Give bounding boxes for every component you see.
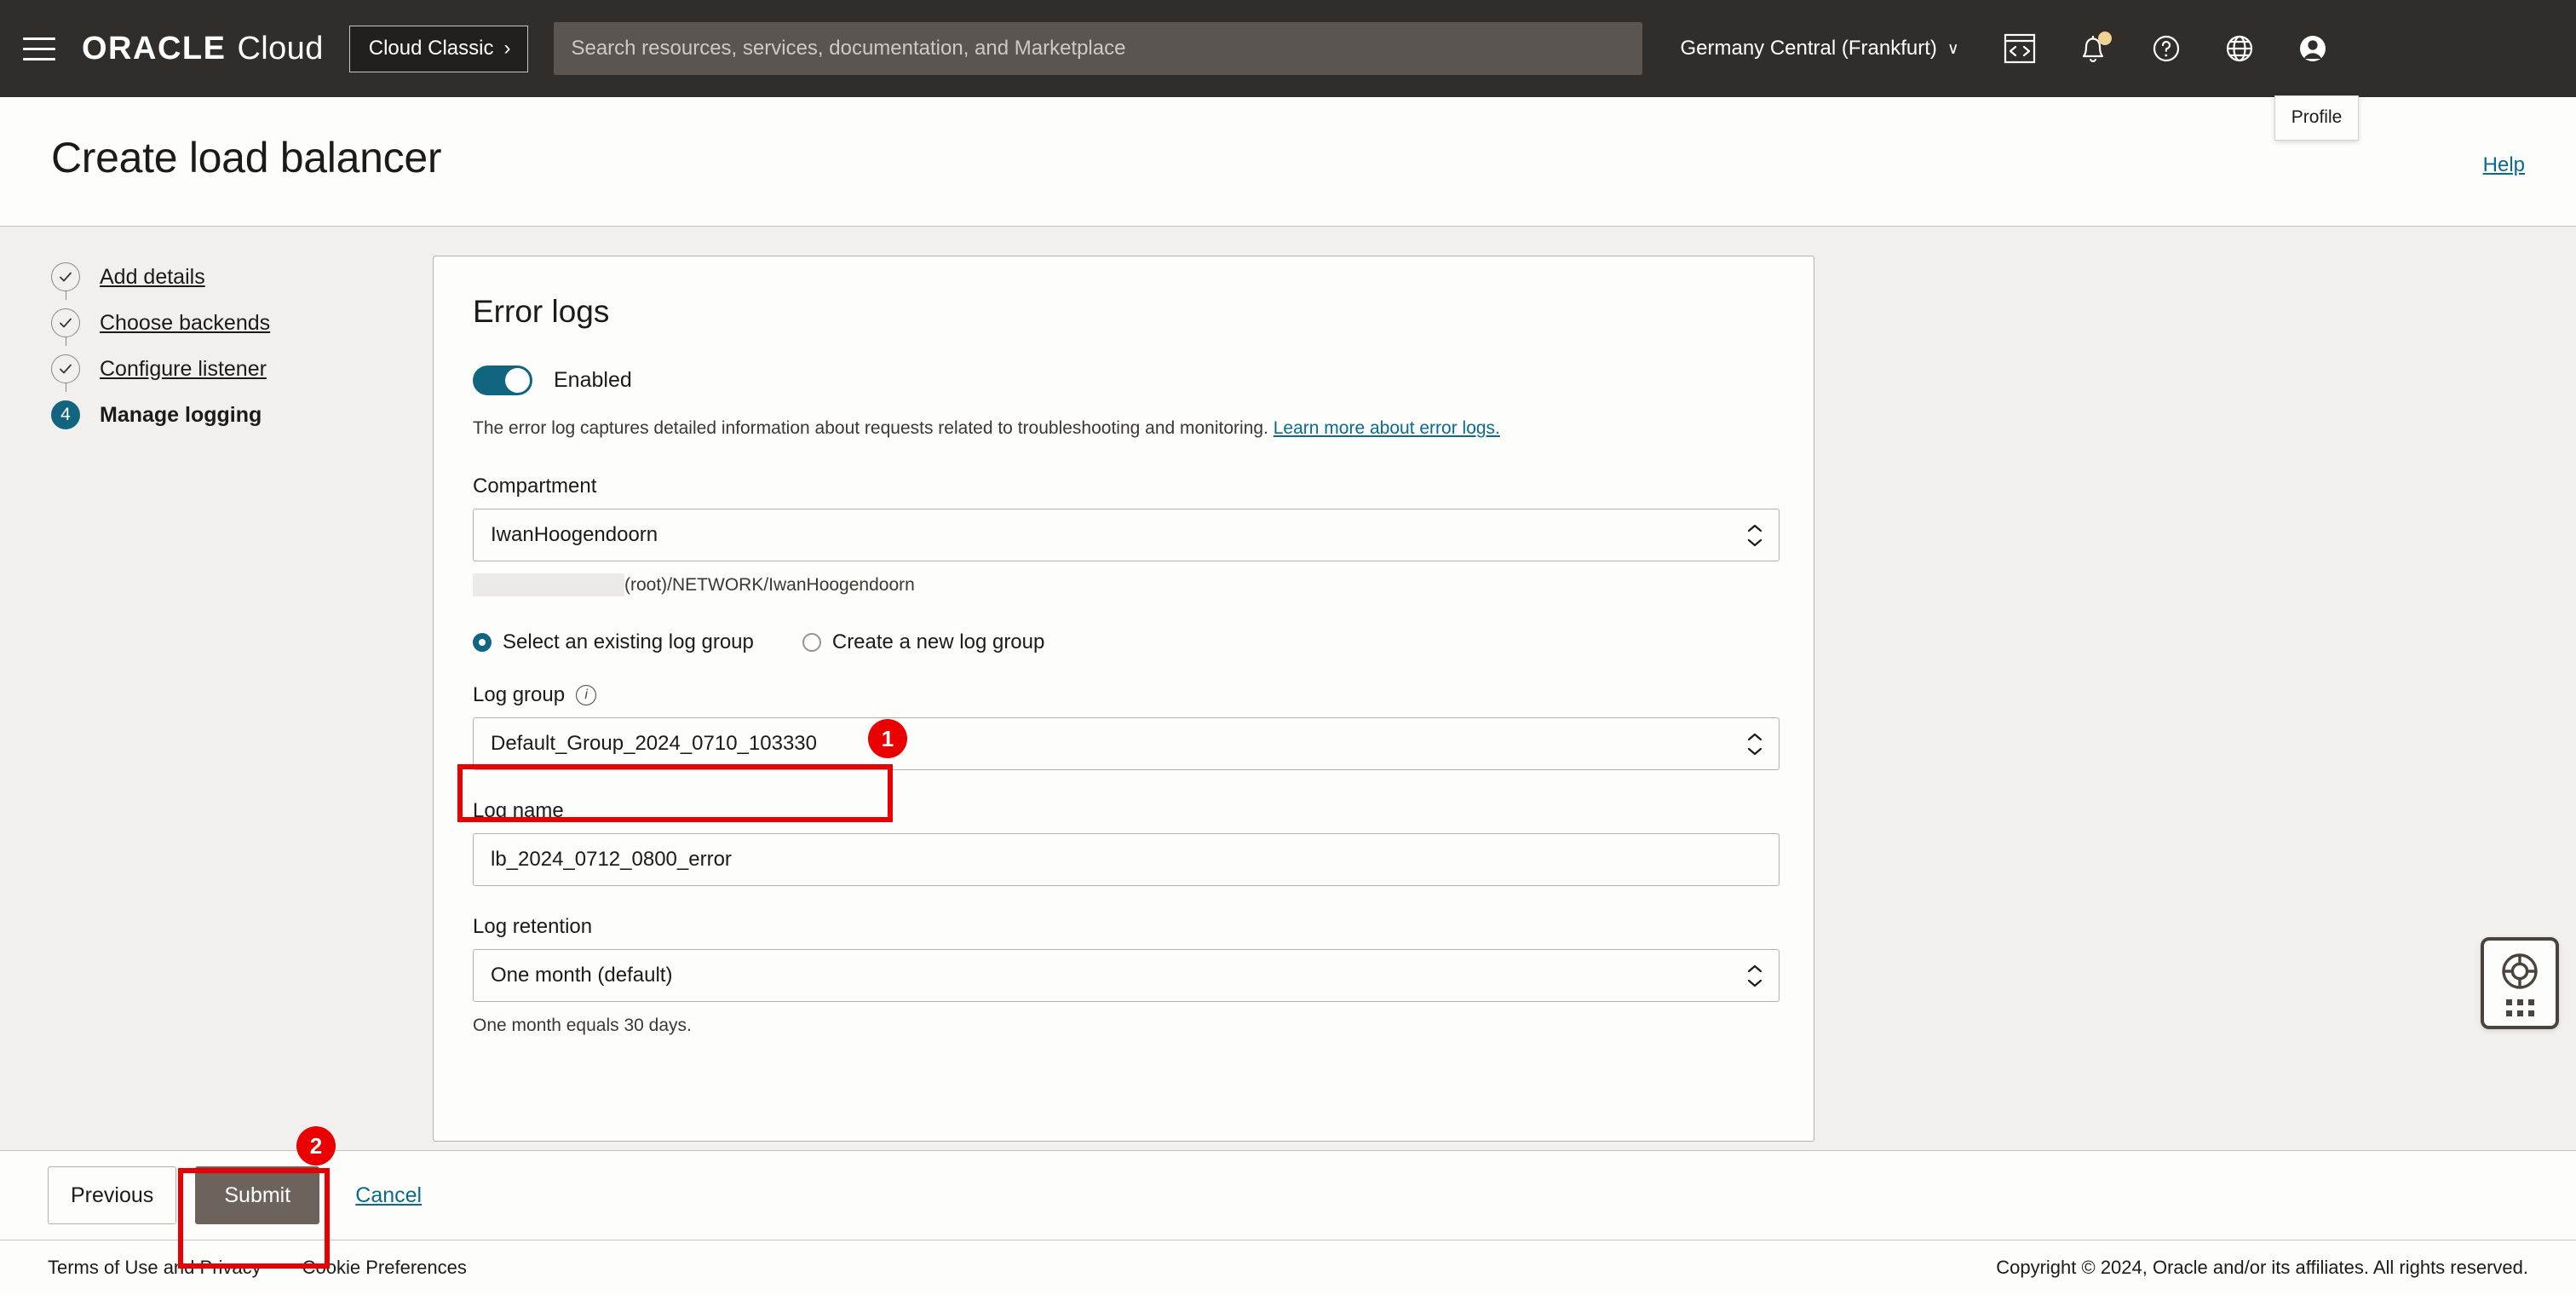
chevron-down-icon: ∨	[1946, 39, 1959, 58]
radio-select-existing-log-group[interactable]: Select an existing log group	[473, 630, 754, 654]
sidebar-step-add-details[interactable]: Add details	[51, 254, 392, 300]
radio-label: Select an existing log group	[503, 630, 754, 654]
step-label[interactable]: Add details	[100, 265, 205, 290]
region-label: Germany Central (Frankfurt)	[1680, 37, 1937, 60]
compartment-select[interactable]: IwanHoogendoorn	[473, 509, 1780, 562]
drag-handle-dots-icon[interactable]	[2505, 999, 2534, 1016]
cancel-link[interactable]: Cancel	[355, 1183, 422, 1208]
radio-marker[interactable]	[802, 633, 821, 653]
error-logs-enable-toggle[interactable]	[473, 365, 532, 395]
page-title-bar: Create load balancer Help	[0, 97, 2576, 227]
previous-button[interactable]: Previous	[48, 1166, 177, 1224]
footer-links: Terms of Use and Privacy Cookie Preferen…	[48, 1257, 467, 1279]
page-title: Create load balancer	[51, 134, 442, 181]
wizard-step-list: Add details Choose backends Configure li…	[51, 254, 392, 438]
sidebar-step-choose-backends[interactable]: Choose backends	[51, 300, 392, 346]
compartment-label-text: Compartment	[473, 475, 597, 498]
global-search	[554, 22, 1643, 75]
page-footer: Terms of Use and Privacy Cookie Preferen…	[0, 1240, 2576, 1295]
header-icon-group: Profile	[2000, 29, 2360, 141]
radio-marker-selected[interactable]	[473, 633, 492, 653]
step-label[interactable]: Choose backends	[100, 311, 270, 336]
section-title: Error logs	[473, 294, 610, 329]
compartment-value: IwanHoogendoorn	[491, 523, 658, 547]
global-header: ORACLE Cloud Cloud Classic › Germany Cen…	[0, 0, 2576, 141]
cloud-classic-button[interactable]: Cloud Classic ›	[348, 25, 529, 72]
terms-link[interactable]: Terms of Use and Privacy	[48, 1257, 262, 1279]
log-name-label: Log name	[473, 799, 1774, 823]
chevron-right-icon: ›	[503, 36, 511, 60]
info-icon[interactable]: i	[576, 685, 597, 706]
hamburger-bar	[23, 37, 55, 40]
step-check-icon	[51, 308, 80, 337]
toggle-state-label: Enabled	[554, 368, 632, 392]
cloud-classic-label: Cloud Classic	[368, 36, 494, 60]
step-label: Manage logging	[100, 402, 262, 427]
compartment-label: Compartment	[473, 475, 1774, 498]
submit-button[interactable]: Submit	[195, 1166, 320, 1224]
log-name-label-text: Log name	[473, 799, 564, 823]
log-retention-select[interactable]: One month (default)	[473, 949, 1780, 1003]
log-retention-label: Log retention	[473, 915, 1774, 939]
hamburger-bar	[23, 57, 55, 60]
description-text: The error log captures detailed informat…	[473, 418, 1268, 438]
chevron-updown-icon	[1746, 524, 1763, 547]
log-group-label: Log group i	[473, 683, 1774, 707]
profile-avatar-wrapper: Profile	[2274, 29, 2360, 141]
compartment-field: Compartment IwanHoogendoorn (root)/NETWO…	[473, 475, 1780, 597]
hamburger-bar	[23, 47, 55, 50]
notification-badge-dot	[2097, 32, 2112, 45]
learn-more-link[interactable]: Learn more about error logs.	[1274, 418, 1500, 438]
step-check-icon	[51, 354, 80, 383]
error-logs-toggle-row: Enabled	[473, 365, 1774, 395]
compartment-path-row: (root)/NETWORK/IwanHoogendoorn	[473, 573, 1774, 597]
log-retention-value: One month (default)	[491, 964, 673, 987]
region-selector[interactable]: Germany Central (Frankfurt) ∨	[1680, 37, 1958, 60]
hamburger-menu-icon[interactable]	[15, 30, 63, 67]
cookie-preferences-link[interactable]: Cookie Preferences	[302, 1257, 467, 1279]
log-group-select[interactable]: Default_Group_2024_0710_103330	[473, 717, 1780, 771]
toggle-knob	[505, 368, 530, 393]
notifications-bell-icon[interactable]	[2073, 29, 2113, 68]
search-input[interactable]	[554, 22, 1643, 75]
sidebar-step-configure-listener[interactable]: Configure listener	[51, 346, 392, 392]
chevron-updown-icon	[1746, 733, 1763, 756]
step-check-icon	[51, 262, 80, 291]
log-group-label-text: Log group	[473, 683, 566, 707]
redacted-block	[473, 573, 624, 597]
page-body: Add details Choose backends Configure li…	[0, 227, 2576, 1150]
oracle-wordmark: ORACLE	[82, 30, 227, 66]
cloud-wordmark: Cloud	[237, 30, 324, 66]
step-label[interactable]: Configure listener	[100, 357, 267, 382]
support-help-widget[interactable]	[2481, 937, 2559, 1029]
log-group-value: Default_Group_2024_0710_103330	[491, 732, 818, 756]
error-logs-card: Error logs Enabled The error log capture…	[433, 256, 1814, 1142]
radio-label: Create a new log group	[831, 630, 1045, 654]
log-retention-field: Log retention One month (default) One mo…	[473, 915, 1780, 1036]
radio-create-new-log-group[interactable]: Create a new log group	[802, 630, 1045, 654]
life-ring-support-icon	[2502, 953, 2538, 989]
step-number-badge: 4	[51, 400, 80, 429]
log-retention-label-text: Log retention	[473, 915, 593, 939]
log-retention-note: One month equals 30 days.	[473, 1016, 692, 1036]
language-globe-icon[interactable]	[2220, 29, 2259, 68]
log-name-input[interactable]	[473, 833, 1780, 887]
log-name-field: Log name	[473, 799, 1780, 887]
oracle-cloud-logo[interactable]: ORACLE Cloud	[82, 31, 324, 67]
profile-avatar-icon[interactable]	[2293, 29, 2332, 68]
page-help-link[interactable]: Help	[2483, 153, 2525, 177]
compartment-path: (root)/NETWORK/IwanHoogendoorn	[624, 574, 915, 595]
copyright-text: Copyright © 2024, Oracle and/or its affi…	[1996, 1257, 2528, 1278]
sidebar-step-manage-logging: 4 Manage logging	[51, 392, 392, 438]
profile-tooltip: Profile	[2274, 95, 2360, 141]
wizard-action-bar: Previous Submit Cancel	[0, 1150, 2576, 1240]
help-question-icon[interactable]	[2147, 29, 2186, 68]
cloud-shell-icon[interactable]	[2000, 29, 2039, 68]
log-group-mode-radio-group: Select an existing log group Create a ne…	[473, 630, 1774, 654]
chevron-updown-icon	[1746, 964, 1763, 987]
log-group-field: Log group i Default_Group_2024_0710_1033…	[473, 683, 1780, 771]
error-logs-description: The error log captures detailed informat…	[473, 417, 1774, 440]
